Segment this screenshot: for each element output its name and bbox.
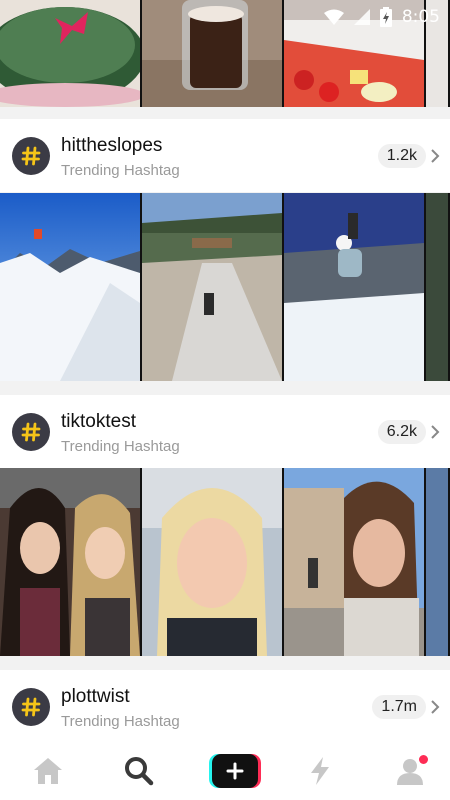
hashtag-subtitle: Trending Hashtag	[61, 162, 180, 179]
add-video-button[interactable]	[209, 751, 261, 791]
hashtag-header[interactable]: plottwist Trending Hashtag 1.7m	[0, 670, 450, 741]
bottom-navigation	[0, 741, 450, 800]
video-count-badge: 1.2k	[377, 144, 426, 168]
hashtag-icon	[12, 137, 50, 175]
video-thumbnail[interactable]	[284, 193, 424, 381]
hashtag-subtitle: Trending Hashtag	[61, 438, 180, 455]
thumbnail-row	[0, 193, 450, 381]
battery-icon	[379, 7, 392, 27]
profile-icon[interactable]	[390, 751, 430, 791]
hashtag-subtitle: Trending Hashtag	[61, 713, 180, 730]
video-thumbnail[interactable]	[426, 468, 448, 656]
home-icon[interactable]	[28, 751, 68, 791]
video-thumbnail[interactable]	[142, 468, 282, 656]
add-video-icon	[209, 753, 261, 788]
video-count-badge: 6.2k	[377, 420, 426, 444]
hashtag-icon	[12, 413, 50, 451]
hashtag-header[interactable]: tiktoktest Trending Hashtag 6.2k	[0, 395, 450, 468]
hashtag-name: tiktoktest	[61, 411, 136, 432]
video-thumbnail[interactable]	[426, 193, 448, 381]
divider	[0, 656, 450, 668]
chevron-right-icon[interactable]	[430, 148, 440, 164]
thumbnail-row	[0, 468, 450, 656]
wifi-icon	[323, 9, 344, 25]
search-icon[interactable]	[119, 751, 159, 791]
divider	[0, 107, 450, 119]
hashtag-name: hittheslopes	[61, 135, 163, 156]
video-thumbnail[interactable]	[284, 468, 424, 656]
video-thumbnail[interactable]	[0, 468, 140, 656]
chevron-right-icon[interactable]	[430, 699, 440, 715]
video-count-badge: 1.7m	[372, 695, 426, 719]
video-thumbnail[interactable]	[0, 193, 140, 381]
status-bar: 8:05	[0, 0, 450, 34]
chevron-right-icon[interactable]	[430, 424, 440, 440]
hashtag-header[interactable]: hittheslopes Trending Hashtag 1.2k	[0, 119, 450, 192]
signal-icon	[353, 9, 370, 25]
video-thumbnail[interactable]	[142, 193, 282, 381]
status-time: 8:05	[401, 7, 440, 27]
notification-dot	[419, 754, 428, 764]
divider	[0, 381, 450, 393]
hashtag-icon	[12, 688, 50, 726]
hashtag-name: plottwist	[61, 686, 130, 707]
lightning-icon[interactable]	[300, 751, 340, 791]
